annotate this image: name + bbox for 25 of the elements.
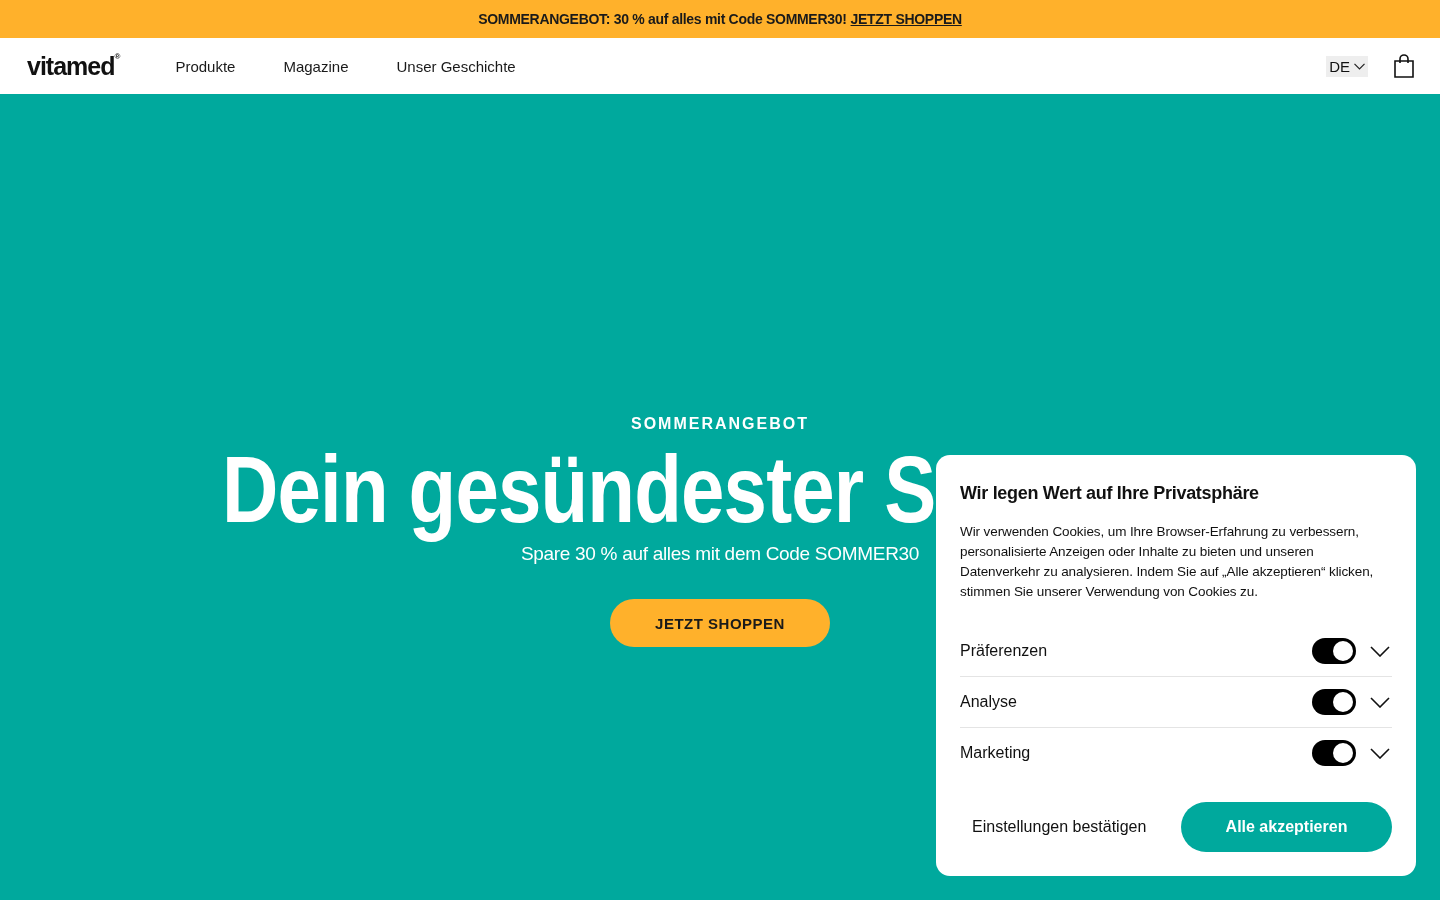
category-label: Marketing <box>960 744 1032 762</box>
nav-link[interactable]: Magazine <box>283 57 349 75</box>
hero-eyebrow: SOMMERANGEBOT <box>631 414 809 434</box>
vitamed-logo[interactable]: vitamed$^{®}$ <box>27 53 121 79</box>
shop-now-button[interactable]: JETZT SHOPPEN <box>610 599 830 647</box>
shop-now-link[interactable]: JETZT SHOPPEN <box>850 11 962 27</box>
toggle-switch[interactable] <box>1312 638 1356 664</box>
chevron-down-icon <box>1354 62 1365 70</box>
language-selector[interactable]: DE <box>1326 55 1368 77</box>
toggle-switch[interactable] <box>1312 689 1356 715</box>
dialog-title: Wir legen Wert auf Ihre Privatsphäre <box>960 482 1260 504</box>
nav-link[interactable]: Unser Geschichte <box>396 57 516 75</box>
shopping-bag-icon[interactable] <box>1394 54 1414 78</box>
hero-heading: Dein gesündester S <box>222 440 936 540</box>
toggle-switch[interactable] <box>1312 740 1356 766</box>
hero-subtitle: Spare 30 % auf alles mit dem Code SOMMER30 <box>520 542 920 566</box>
category-label: Präferenzen <box>960 642 1049 660</box>
confirm-settings-button[interactable]: Einstellungen bestätigen <box>960 808 1159 846</box>
chevron-down-icon[interactable] <box>1370 747 1390 759</box>
category-label: Analyse <box>960 693 1018 711</box>
chevron-down-icon[interactable] <box>1370 696 1390 708</box>
nav-link[interactable]: Produkte <box>175 57 236 75</box>
chevron-down-icon[interactable] <box>1370 645 1390 657</box>
promo-text: SOMMERANGEBOT: 30 % auf alles mit Code SOMMER30! <box>478 11 847 27</box>
dialog-text: Wir verwenden Cookies, um Ihre Browser-Erfahrung zu verbessern, personalisierte Anzeigen oder Inhalte zu bieten und unseren Datenverkehr zu analysieren. Indem Sie auf „Alle akzeptieren“ klicken, stimmen Sie unserer Verwendung von Cookies zu. <box>960 523 1375 601</box>
